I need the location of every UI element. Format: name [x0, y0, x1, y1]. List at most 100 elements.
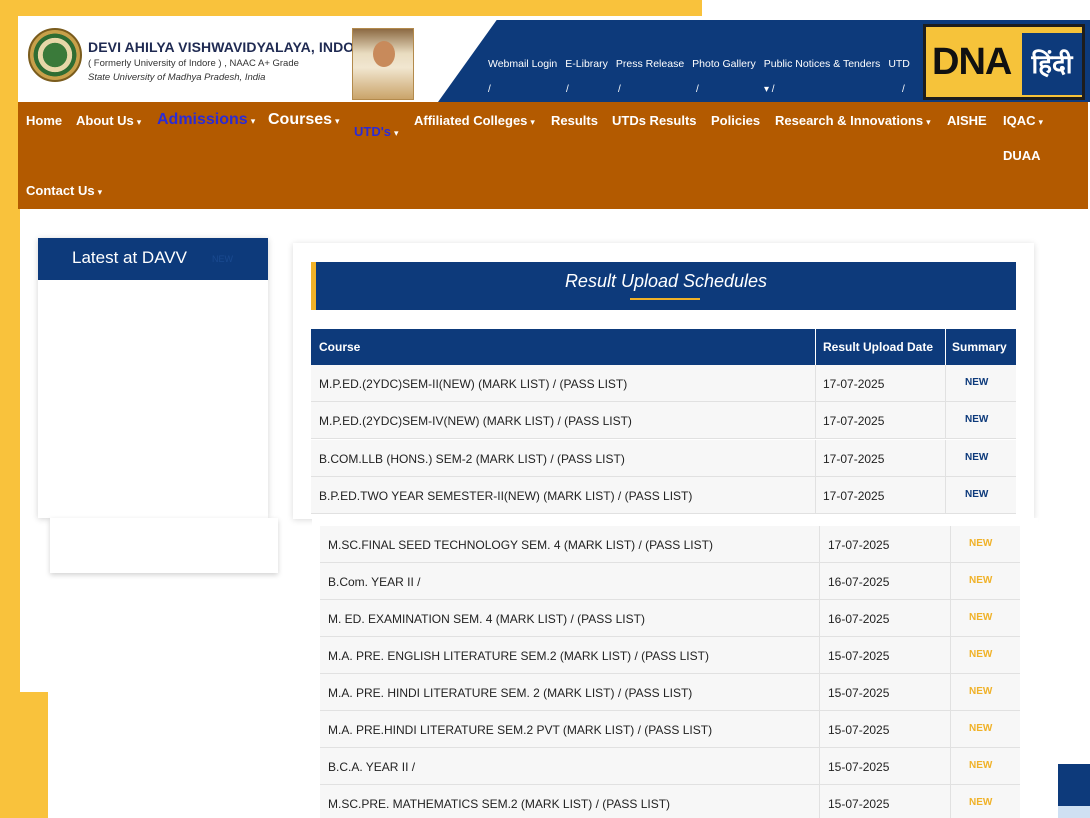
course-link[interactable]: B.Com. YEAR II /: [328, 575, 420, 589]
course-link[interactable]: M.SC.PRE. MATHEMATICS SEM.2 (MARK LIST) …: [328, 797, 670, 811]
decorative-right-strip: [1058, 806, 1090, 818]
table-row[interactable]: M.A. PRE. ENGLISH LITERATURE SEM.2 (MARK…: [320, 637, 1020, 674]
table-row[interactable]: M.A. PRE.HINDI LITERATURE SEM.2 PVT (MAR…: [320, 711, 1020, 748]
nav-aishe[interactable]: AISHE: [947, 113, 987, 128]
nav-iqac[interactable]: IQAC ▾: [1003, 113, 1043, 128]
title-underline: [630, 298, 700, 300]
table-row[interactable]: M.SC.FINAL SEED TECHNOLOGY SEM. 4 (MARK …: [320, 526, 1020, 563]
nav-about-us[interactable]: About Us ▾: [76, 113, 141, 128]
table-row[interactable]: B.P.ED.TWO YEAR SEMESTER-II(NEW) (MARK L…: [311, 477, 1016, 514]
new-badge: NEW: [965, 489, 989, 500]
latest-at-davv-panel: Latest at DAVV NEW: [38, 238, 268, 518]
upload-date: 15-07-2025: [828, 797, 890, 811]
nav-utds[interactable]: UTD's ▾: [354, 124, 399, 139]
column-header-course: Course: [319, 340, 361, 354]
top-links: Webmail Login E-Library Press Release Ph…: [488, 58, 910, 70]
latest-at-davv-title: Latest at DAVV: [72, 248, 187, 267]
new-badge: NEW: [965, 452, 989, 463]
main-navigation: Home About Us ▾ Admissions ▾ Courses ▾ UTD'…: [18, 102, 1088, 209]
public-notices-link[interactable]: Public Notices & Tenders: [764, 58, 881, 70]
university-subtitle: ( Formerly University of Indore ) , NAAC…: [88, 58, 299, 69]
caret-down-icon: ▾: [136, 117, 142, 127]
course-link[interactable]: M.A. PRE.HINDI LITERATURE SEM.2 PVT (MAR…: [328, 723, 712, 737]
nav-utds-label: UTD's: [354, 124, 392, 139]
e-library-link[interactable]: E-Library: [565, 58, 608, 70]
dna-logo-text: DNA: [932, 41, 1012, 83]
nav-affiliated-colleges[interactable]: Affiliated Colleges ▾: [414, 113, 535, 128]
column-header-summary: Summary: [952, 340, 1007, 354]
course-link[interactable]: M.A. PRE. HINDI LITERATURE SEM. 2 (MARK …: [328, 686, 692, 700]
nav-policies-label: Policies: [711, 113, 761, 128]
new-badge: NEW: [969, 538, 993, 549]
nav-results[interactable]: Results: [551, 113, 598, 128]
upload-date: 16-07-2025: [828, 575, 890, 589]
caret-down-icon: ▾: [394, 128, 399, 138]
upload-date: 15-07-2025: [828, 760, 890, 774]
utd-link[interactable]: UTD: [888, 58, 910, 70]
decorative-frame-corner: [0, 692, 48, 818]
results-table-header: Course Result Upload Date Summary: [311, 329, 1016, 365]
upload-date: 16-07-2025: [828, 612, 890, 626]
caret-down-icon: ▾: [250, 116, 256, 126]
course-link[interactable]: M.SC.FINAL SEED TECHNOLOGY SEM. 4 (MARK …: [328, 538, 713, 552]
new-badge: NEW: [969, 723, 993, 734]
photo-gallery-link[interactable]: Photo Gallery: [692, 58, 756, 70]
nav-research-innovations[interactable]: Research & Innovations ▾: [775, 113, 931, 128]
column-header-date: Result Upload Date: [823, 340, 934, 354]
university-name[interactable]: DEVI AHILYA VISHWAVIDYALAYA, INDORE: [88, 39, 374, 55]
caret-down-icon: ▾: [1038, 117, 1044, 127]
table-row[interactable]: B.Com. YEAR II / 16-07-2025 NEW: [320, 563, 1020, 600]
new-badge: NEW: [969, 797, 993, 808]
result-upload-title-bar: Result Upload Schedules: [311, 262, 1016, 310]
hindi-logo-text: हिंदी: [1022, 33, 1082, 95]
upload-date: 17-07-2025: [823, 489, 885, 503]
caret-down-icon: ▾: [97, 187, 103, 197]
nav-admissions[interactable]: Admissions ▾: [157, 111, 255, 129]
decorative-frame-top: [0, 0, 702, 16]
university-logo-icon[interactable]: [28, 28, 82, 82]
result-upload-title: Result Upload Schedules: [564, 271, 768, 291]
university-state: State University of Madhya Pradesh, Indi…: [88, 72, 266, 83]
nav-utds-results[interactable]: UTDs Results: [612, 113, 697, 128]
new-badge: NEW: [965, 414, 989, 425]
nav-research-label: Research & Innovations: [775, 113, 924, 128]
nav-home[interactable]: Home: [26, 113, 62, 128]
table-row[interactable]: M.SC.PRE. MATHEMATICS SEM.2 (MARK LIST) …: [320, 785, 1020, 818]
new-badge: NEW: [969, 575, 993, 586]
latest-at-davv-panel-lower: [50, 518, 278, 573]
nav-duaa[interactable]: DUAA: [1003, 148, 1041, 163]
webmail-login-link[interactable]: Webmail Login: [488, 58, 557, 70]
course-link[interactable]: B.COM.LLB (HONS.) SEM-2 (MARK LIST) / (P…: [319, 452, 625, 466]
table-row[interactable]: M.P.ED.(2YDC)SEM-IV(NEW) (MARK LIST) / (…: [311, 402, 1016, 439]
nav-policies[interactable]: Policies: [711, 113, 760, 128]
press-release-link[interactable]: Press Release: [616, 58, 684, 70]
nav-courses[interactable]: Courses ▾: [268, 111, 340, 129]
nav-utds-results-label: UTDs Results: [612, 113, 697, 128]
upload-date: 17-07-2025: [823, 452, 885, 466]
table-row[interactable]: B.COM.LLB (HONS.) SEM-2 (MARK LIST) / (P…: [311, 440, 1016, 477]
upload-date: 15-07-2025: [828, 649, 890, 663]
course-link[interactable]: B.C.A. YEAR II /: [328, 760, 415, 774]
course-link[interactable]: B.P.ED.TWO YEAR SEMESTER-II(NEW) (MARK L…: [319, 489, 692, 503]
upload-date: 17-07-2025: [828, 538, 890, 552]
nav-duaa-label: DUAA: [1003, 148, 1041, 163]
course-link[interactable]: M. ED. EXAMINATION SEM. 4 (MARK LIST) / …: [328, 612, 645, 626]
table-row[interactable]: M.P.ED.(2YDC)SEM-II(NEW) (MARK LIST) / (…: [311, 365, 1016, 402]
nav-affiliated-colleges-label: Affiliated Colleges: [414, 113, 528, 128]
nav-contact-us[interactable]: Contact Us ▾: [26, 183, 102, 198]
upload-date: 15-07-2025: [828, 686, 890, 700]
new-badge: NEW: [965, 377, 989, 388]
table-row[interactable]: M. ED. EXAMINATION SEM. 4 (MARK LIST) / …: [320, 600, 1020, 637]
latest-at-davv-header: Latest at DAVV NEW: [38, 238, 268, 280]
upload-date: 17-07-2025: [823, 414, 885, 428]
upload-date: 17-07-2025: [823, 377, 885, 391]
nav-aishe-label: AISHE: [947, 113, 987, 128]
course-link[interactable]: M.P.ED.(2YDC)SEM-II(NEW) (MARK LIST) / (…: [319, 377, 627, 391]
new-badge: NEW: [969, 686, 993, 697]
table-row[interactable]: B.C.A. YEAR II / 15-07-2025 NEW: [320, 748, 1020, 785]
table-row[interactable]: M.A. PRE. HINDI LITERATURE SEM. 2 (MARK …: [320, 674, 1020, 711]
course-link[interactable]: M.P.ED.(2YDC)SEM-IV(NEW) (MARK LIST) / (…: [319, 414, 632, 428]
course-link[interactable]: M.A. PRE. ENGLISH LITERATURE SEM.2 (MARK…: [328, 649, 709, 663]
new-badge: NEW: [969, 760, 993, 771]
nav-iqac-label: IQAC: [1003, 113, 1036, 128]
